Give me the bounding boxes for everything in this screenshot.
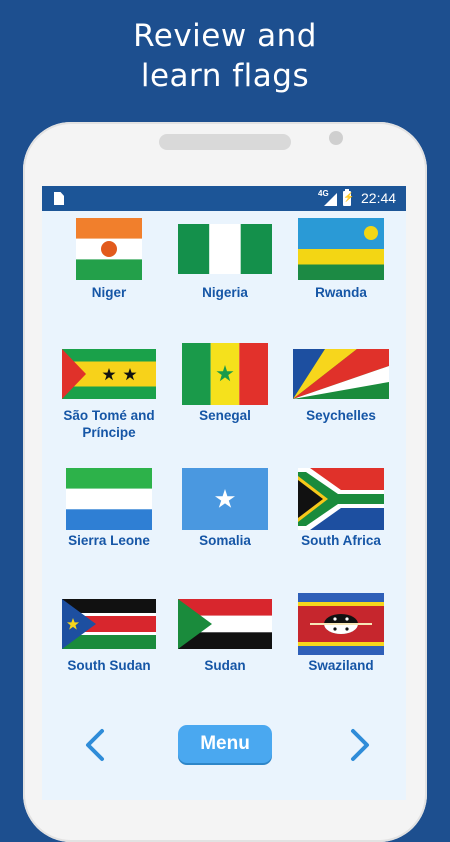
seychelles-flag <box>293 349 389 399</box>
country-label-south-africa: South Africa <box>301 533 381 548</box>
next-page-button[interactable] <box>345 728 375 762</box>
flag-card-somalia[interactable]: Somalia <box>165 468 285 558</box>
chevron-left-icon <box>86 729 104 761</box>
country-label-niger: Niger <box>91 285 127 300</box>
phone-camera <box>329 131 343 145</box>
battery-charging-icon <box>343 189 354 206</box>
sudan-flag <box>178 599 272 649</box>
country-label-somalia: Somalia <box>199 533 251 548</box>
previous-page-button[interactable] <box>80 728 110 762</box>
rwanda-flag <box>298 218 384 280</box>
nigeria-flag <box>178 224 272 274</box>
status-bar: 4G 22:44 <box>42 186 406 211</box>
country-label-senegal: Senegal <box>199 408 251 423</box>
flag-card-senegal[interactable]: Senegal <box>165 343 285 433</box>
flag-card-nigeria[interactable]: Nigeria <box>165 218 285 308</box>
niger-flag <box>76 218 142 280</box>
flag-card-sudan[interactable]: Sudan <box>165 593 285 683</box>
flag-card-rwanda[interactable]: Rwanda <box>281 218 401 308</box>
senegal-flag <box>182 343 268 405</box>
signal-icon <box>324 193 337 206</box>
country-label-seychelles: Seychelles <box>306 408 376 423</box>
swaziland-flag <box>298 593 384 655</box>
flag-card-niger[interactable]: Niger <box>49 218 169 308</box>
flag-card-south-sudan[interactable]: South Sudan <box>49 593 169 683</box>
headline-line-1: Review and <box>133 18 317 54</box>
country-label-sierra-leone: Sierra Leone <box>68 533 150 548</box>
menu-button[interactable]: Menu <box>178 725 272 763</box>
status-time: 22:44 <box>361 190 397 206</box>
flag-card-south-africa[interactable]: South Africa <box>281 468 401 558</box>
headline: Review and learn flags <box>0 16 450 96</box>
south-sudan-flag <box>62 599 156 649</box>
headline-line-2: learn flags <box>140 58 310 94</box>
chevron-right-icon <box>351 729 369 761</box>
flag-card-swaziland[interactable]: Swaziland <box>281 593 401 683</box>
sao-tome-and-principe-flag <box>62 349 156 399</box>
south-africa-flag <box>298 468 384 530</box>
somalia-flag <box>182 468 268 530</box>
sim-card-icon <box>54 192 64 205</box>
country-label-sao-tome-and-principe: São Tomé and Príncipe <box>63 408 155 440</box>
country-label-sudan: Sudan <box>204 658 246 673</box>
flag-card-sao-tome-and-principe[interactable]: São Tomé and Príncipe <box>49 343 169 443</box>
country-label-south-sudan: South Sudan <box>67 658 151 673</box>
country-label-nigeria: Nigeria <box>202 285 248 300</box>
phone-speaker <box>159 134 291 150</box>
country-label-rwanda: Rwanda <box>315 285 367 300</box>
flag-card-sierra-leone[interactable]: Sierra Leone <box>49 468 169 558</box>
country-label-swaziland: Swaziland <box>308 658 374 673</box>
sierra-leone-flag <box>66 468 152 530</box>
flag-card-seychelles[interactable]: Seychelles <box>281 343 401 433</box>
